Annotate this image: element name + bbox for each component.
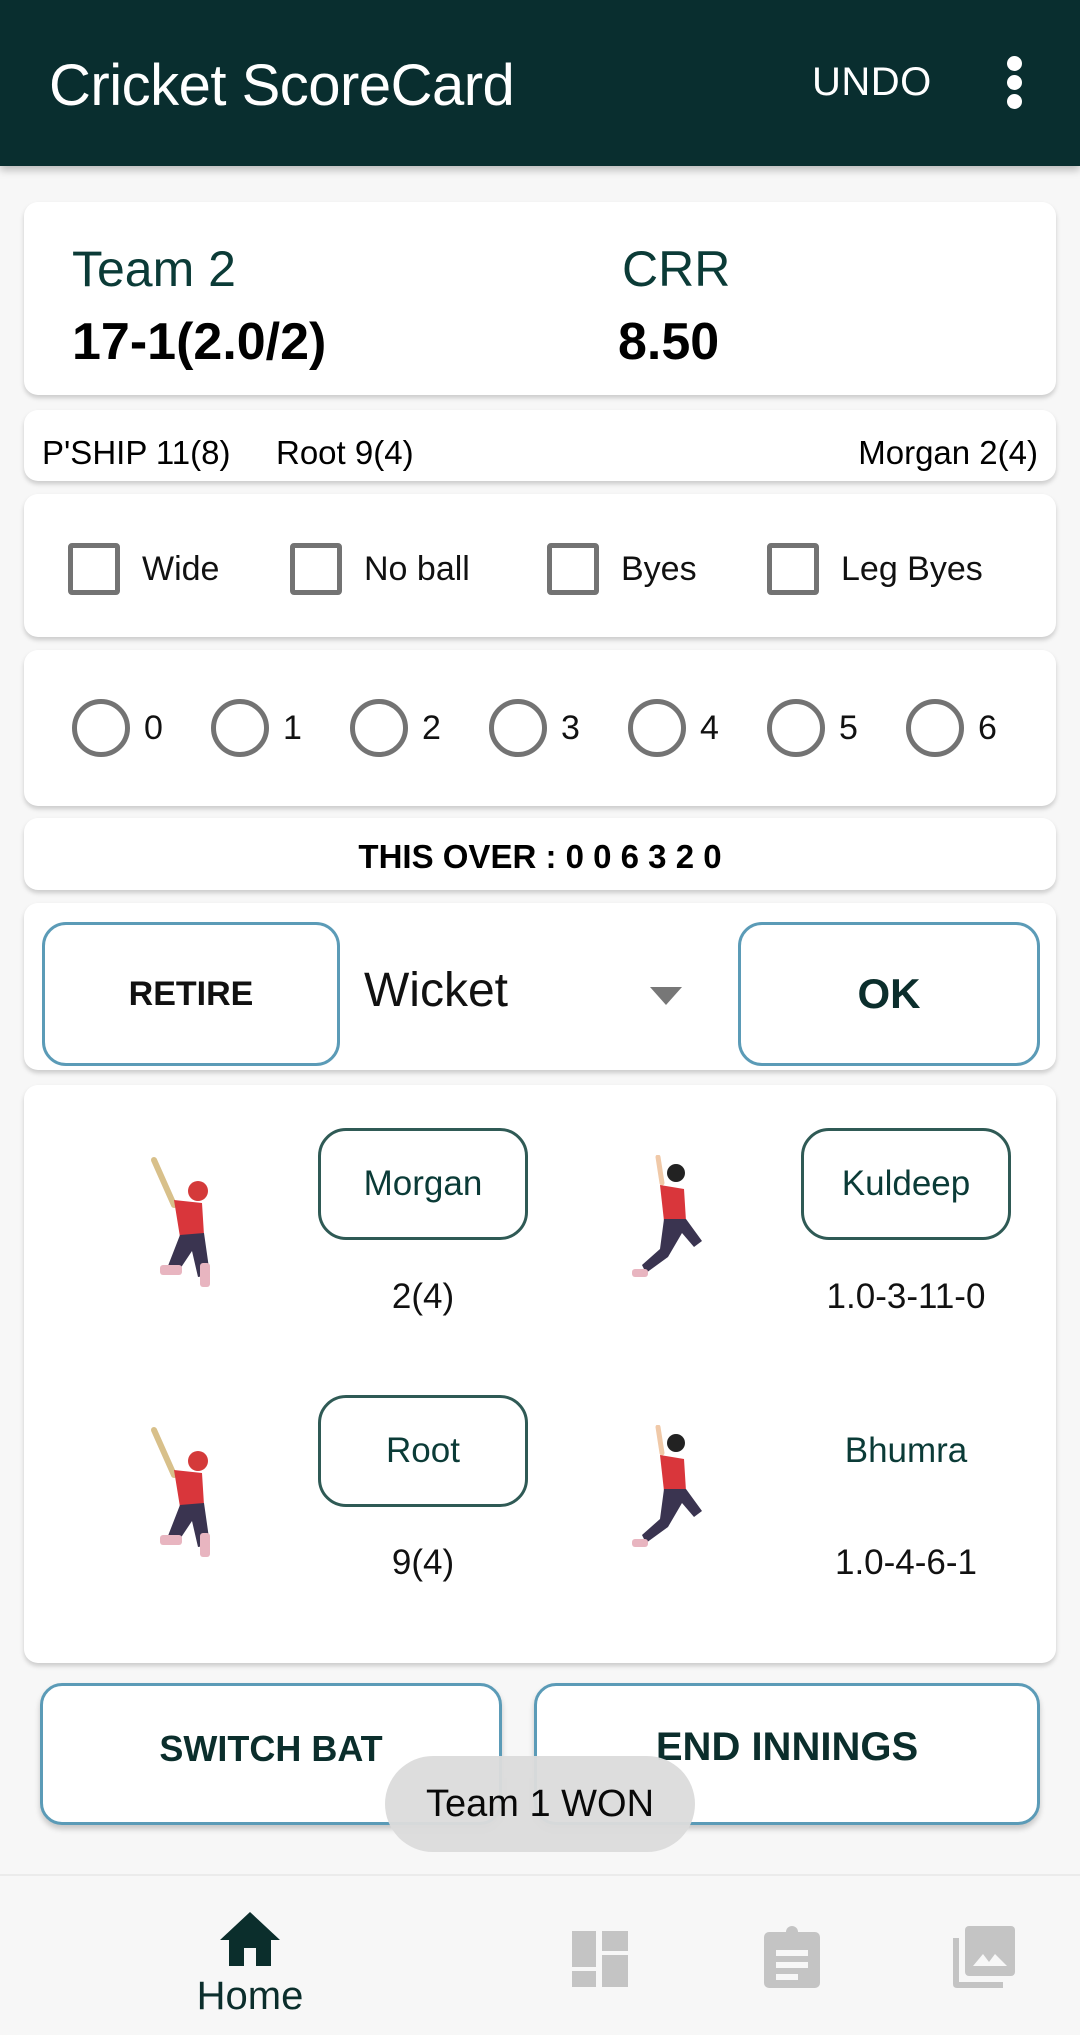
bowler-stats: 1.0-3-11-0 bbox=[826, 1277, 986, 1316]
checkbox-icon bbox=[547, 543, 599, 595]
radio-label: 2 bbox=[422, 708, 441, 747]
bowler-icon bbox=[632, 1155, 702, 1277]
nav-gallery[interactable] bbox=[944, 1876, 1024, 2035]
nav-clipboard[interactable] bbox=[752, 1876, 832, 2035]
run-radio-4[interactable]: 4 bbox=[628, 698, 719, 758]
batter-stats: 2(4) bbox=[391, 1277, 455, 1316]
radio-icon bbox=[906, 699, 964, 757]
no-ball-checkbox[interactable]: No ball bbox=[290, 541, 470, 597]
crr-label: CRR bbox=[622, 241, 731, 297]
action-card: RETIRE Wicket OK bbox=[24, 903, 1056, 1070]
checkbox-label: Byes bbox=[621, 549, 697, 588]
run-radio-0[interactable]: 0 bbox=[72, 698, 163, 758]
batter-button-root[interactable]: Root bbox=[318, 1395, 528, 1507]
partnership-card: P'SHIP 11(8) Root 9(4) Morgan 2(4) bbox=[24, 410, 1056, 481]
checkbox-label: No ball bbox=[364, 549, 470, 588]
radio-icon bbox=[489, 699, 547, 757]
bowler-stats: 1.0-4-6-1 bbox=[834, 1543, 978, 1582]
more-dot bbox=[1007, 94, 1022, 109]
this-over-text: THIS OVER : 0 0 6 3 2 0 bbox=[358, 838, 722, 875]
more-dot bbox=[1007, 75, 1022, 90]
radio-icon bbox=[350, 699, 408, 757]
leg-byes-checkbox[interactable]: Leg Byes bbox=[767, 541, 983, 597]
wicket-dropdown[interactable]: Wicket bbox=[364, 963, 508, 1018]
more-dot bbox=[1007, 56, 1022, 71]
nav-home-label: Home bbox=[196, 1974, 304, 2018]
crr-value: 8.50 bbox=[618, 313, 720, 371]
radio-icon bbox=[72, 699, 130, 757]
bowler-icon bbox=[632, 1425, 702, 1547]
app-bar: Cricket ScoreCard UNDO bbox=[0, 0, 1080, 166]
radio-icon bbox=[767, 699, 825, 757]
radio-label: 0 bbox=[144, 708, 163, 747]
bowler-name-bhumra[interactable]: Bhumra bbox=[801, 1431, 1011, 1471]
checkbox-label: Wide bbox=[142, 549, 220, 588]
batter-button-morgan[interactable]: Morgan bbox=[318, 1128, 528, 1240]
checkbox-icon bbox=[290, 543, 342, 595]
batsman-icon bbox=[151, 1427, 210, 1557]
more-vert-icon[interactable] bbox=[1000, 56, 1030, 109]
radio-label: 1 bbox=[283, 708, 302, 747]
clipboard-icon bbox=[764, 1926, 820, 1988]
run-radio-6[interactable]: 6 bbox=[906, 698, 997, 758]
batsman-icon bbox=[151, 1157, 210, 1287]
players-card: Morgan 2(4) Kuldeep 1.0-3-11-0 Root 9(4)… bbox=[24, 1085, 1056, 1663]
this-over-card: THIS OVER : 0 0 6 3 2 0 bbox=[24, 818, 1056, 890]
nav-home[interactable]: Home bbox=[150, 1876, 350, 2035]
radio-icon bbox=[628, 699, 686, 757]
batter-summary: Morgan 2(4) bbox=[858, 434, 1038, 471]
retire-button[interactable]: RETIRE bbox=[42, 922, 340, 1066]
gallery-icon bbox=[953, 1926, 1015, 1988]
ok-button[interactable]: OK bbox=[738, 922, 1040, 1066]
partnership-text: P'SHIP 11(8) bbox=[42, 434, 231, 471]
batter-summary: Root 9(4) bbox=[276, 434, 414, 471]
dropdown-arrow-icon[interactable] bbox=[650, 987, 682, 1005]
run-radio-5[interactable]: 5 bbox=[767, 698, 858, 758]
checkbox-icon bbox=[767, 543, 819, 595]
radio-label: 6 bbox=[978, 708, 997, 747]
radio-icon bbox=[211, 699, 269, 757]
run-radio-3[interactable]: 3 bbox=[489, 698, 580, 758]
batter-stats: 9(4) bbox=[391, 1543, 455, 1582]
dashboard-icon bbox=[572, 1931, 628, 1987]
app-title: Cricket ScoreCard bbox=[49, 53, 515, 118]
wide-checkbox[interactable]: Wide bbox=[68, 541, 219, 597]
bottom-nav: Home bbox=[0, 1874, 1080, 2035]
run-radio-1[interactable]: 1 bbox=[211, 698, 302, 758]
team-label: Team 2 bbox=[72, 241, 236, 297]
score-card: Team 2 17-1(2.0/2) CRR 8.50 bbox=[24, 202, 1056, 395]
checkbox-label: Leg Byes bbox=[841, 549, 983, 588]
nav-dashboard[interactable] bbox=[560, 1876, 640, 2035]
radio-label: 3 bbox=[561, 708, 580, 747]
extras-card: Wide No ball Byes Leg Byes bbox=[24, 494, 1056, 637]
undo-button[interactable]: UNDO bbox=[812, 60, 932, 105]
run-radio-2[interactable]: 2 bbox=[350, 698, 441, 758]
team-score: 17-1(2.0/2) bbox=[72, 313, 327, 371]
toast-message: Team 1 WON bbox=[385, 1756, 695, 1852]
bowler-button-kuldeep[interactable]: Kuldeep bbox=[801, 1128, 1011, 1240]
radio-label: 5 bbox=[839, 708, 858, 747]
home-icon bbox=[220, 1912, 280, 1966]
runs-card: 0 1 2 3 4 5 6 bbox=[24, 650, 1056, 806]
checkbox-icon bbox=[68, 543, 120, 595]
byes-checkbox[interactable]: Byes bbox=[547, 541, 697, 597]
radio-label: 4 bbox=[700, 708, 719, 747]
